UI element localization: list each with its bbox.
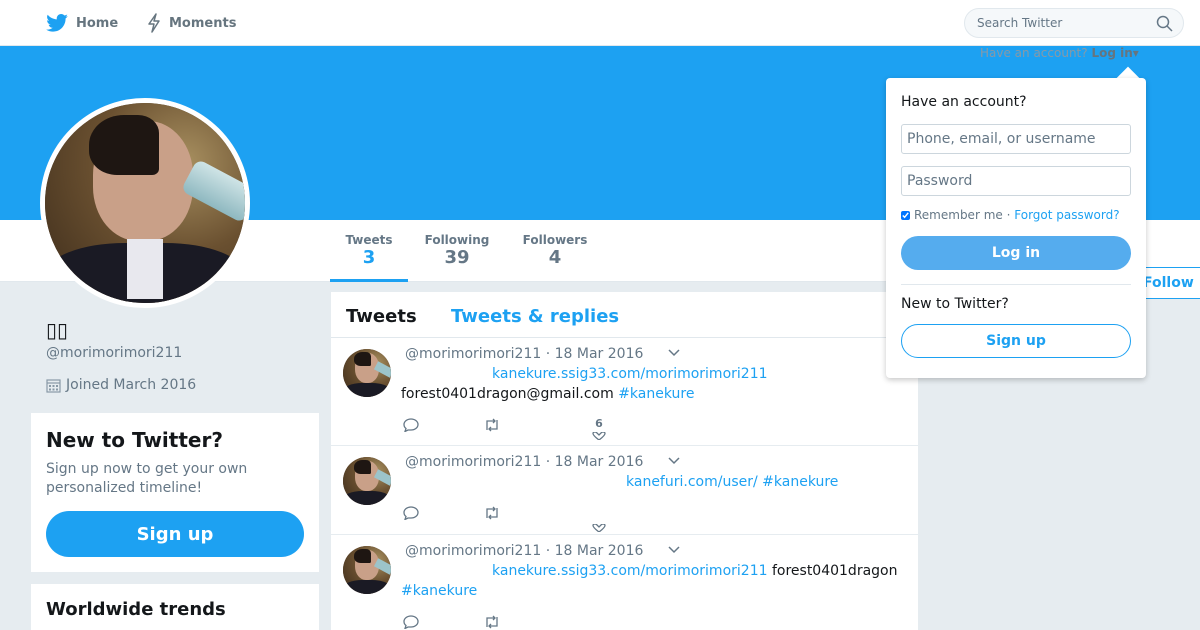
profile-joined: Joined March 2016 [46, 377, 196, 393]
tab-tweets[interactable]: Tweets [346, 306, 417, 327]
tweet-text: forest0401dragon@gmail.com #kanekure [401, 384, 694, 404]
search-icon[interactable] [1156, 15, 1173, 32]
trends-title: Worldwide trends [46, 599, 226, 620]
new-to-twitter-card: New to Twitter? Sign up now to get your … [31, 413, 319, 572]
tab-tweets-and-replies[interactable]: Tweets & replies [451, 306, 619, 327]
password-field[interactable] [901, 166, 1131, 196]
tweet-email: forest0401dragon@gmail.com [401, 386, 614, 402]
tweet-text: kanekure.ssig33.com/morimorimori211 fore… [492, 561, 897, 581]
new-to-twitter-title: New to Twitter? [46, 428, 223, 452]
tweet-handle[interactable]: @morimorimori211 [405, 346, 541, 362]
profile-avatar[interactable] [40, 98, 250, 308]
reply-icon[interactable] [403, 506, 419, 520]
username-field[interactable] [901, 124, 1131, 154]
lightning-icon [148, 13, 160, 33]
nav-moments[interactable]: Moments [147, 0, 236, 46]
stat-following[interactable]: Following 39 [420, 220, 494, 282]
stat-followers-value: 4 [548, 247, 562, 268]
tweet-hashtag[interactable]: #kanekure [401, 583, 477, 599]
tweet-item[interactable]: @morimorimori211 · 18 Mar 2016 kanekure.… [331, 535, 918, 630]
remember-me-label[interactable]: Remember me [914, 208, 1003, 222]
timeline: Tweets Tweets & replies @morimorimori211… [331, 292, 918, 630]
login-prompt-text: Have an account? [980, 46, 1088, 60]
retweet-icon[interactable] [483, 615, 501, 629]
sidebar-signup-button[interactable]: Sign up [46, 511, 304, 557]
remember-me-checkbox[interactable] [901, 210, 910, 220]
forgot-password-link[interactable]: Forgot password? [1014, 208, 1119, 222]
nav-home-label: Home [76, 15, 119, 31]
tweet-avatar[interactable] [343, 349, 391, 397]
tweet-header: @morimorimori211 · 18 Mar 2016 [405, 346, 643, 362]
nav-moments-label: Moments [169, 15, 237, 31]
search-input[interactable] [965, 9, 1145, 37]
tweet-actions [403, 506, 703, 532]
nav-home[interactable]: Home [46, 0, 118, 46]
stat-tweets[interactable]: Tweets 3 [330, 220, 408, 282]
tweet-avatar[interactable] [343, 546, 391, 594]
tweet-item[interactable]: @morimorimori211 · 18 Mar 2016 kanefuri.… [331, 446, 918, 535]
remember-row: Remember me · Forgot password? [901, 208, 1120, 222]
chevron-down-icon[interactable] [667, 348, 681, 358]
tweet-hashtag[interactable]: #kanekure [762, 474, 838, 490]
tweet-date[interactable]: · 18 Mar 2016 [546, 543, 644, 559]
tweet-handle[interactable]: @morimorimori211 [405, 543, 541, 559]
like-button[interactable]: 6 [589, 418, 609, 443]
stat-tweets-value: 3 [362, 247, 376, 268]
stat-followers[interactable]: Followers 4 [518, 220, 592, 282]
chevron-down-icon[interactable] [667, 545, 681, 555]
stat-followers-label: Followers [522, 233, 588, 247]
tweet-header: @morimorimori211 · 18 Mar 2016 [405, 454, 643, 470]
chevron-down-icon[interactable] [667, 456, 681, 466]
like-count: 6 [595, 417, 603, 430]
retweet-icon[interactable] [483, 506, 501, 520]
tweet-hashtag[interactable]: #kanekure [618, 386, 694, 402]
tweet-text: kanefuri.com/user/ #kanekure [626, 472, 838, 492]
reply-icon[interactable] [403, 615, 419, 629]
timeline-tabs: Tweets Tweets & replies [331, 292, 918, 338]
heart-icon [592, 431, 606, 441]
tweet-actions: 6 [403, 418, 703, 441]
top-navigation-bar: Home Moments [0, 0, 1200, 46]
profile-name[interactable]: ▯▯ [46, 318, 68, 342]
tweet-avatar[interactable] [343, 457, 391, 505]
worldwide-trends-card: Worldwide trends [31, 584, 319, 630]
tweet-actions [403, 615, 703, 630]
login-prompt: Have an account? Log in▾ [980, 46, 1139, 60]
tweet-item[interactable]: @morimorimori211 · 18 Mar 2016 kanekure.… [331, 338, 918, 446]
avatar-photo [45, 103, 245, 303]
new-to-twitter-text: Sign up now to get your own personalized… [46, 461, 248, 496]
heart-icon[interactable] [591, 524, 607, 532]
divider [901, 284, 1131, 285]
caret-down-icon[interactable]: ▾ [1133, 46, 1139, 60]
new-to-twitter-label: New to Twitter? [901, 296, 1009, 312]
stat-following-label: Following [424, 233, 490, 247]
tweet-link[interactable]: kanekure.ssig33.com/morimorimori211 [492, 563, 768, 579]
reply-icon[interactable] [403, 418, 419, 432]
retweet-icon[interactable] [483, 418, 501, 432]
tweet-link[interactable]: kanefuri.com/user/ [626, 474, 758, 490]
tweet-header: @morimorimori211 · 18 Mar 2016 [405, 543, 643, 559]
tweet-body: forest0401dragon [771, 563, 898, 579]
stat-following-value: 39 [444, 247, 470, 268]
tweet-date[interactable]: · 18 Mar 2016 [546, 454, 644, 470]
tweet-hashtag-line: #kanekure [401, 581, 477, 601]
login-button[interactable]: Log in [901, 236, 1131, 270]
tweet-date[interactable]: · 18 Mar 2016 [546, 346, 644, 362]
search-box [964, 8, 1184, 38]
calendar-icon [46, 378, 61, 393]
tweet-handle[interactable]: @morimorimori211 [405, 454, 541, 470]
login-title: Have an account? [901, 94, 1027, 110]
profile-handle[interactable]: @morimorimori211 [46, 345, 182, 361]
tweet-link[interactable]: kanekure.ssig33.com/morimorimori211 [492, 364, 768, 384]
separator-dot: · [1006, 208, 1011, 222]
dropdown-signup-button[interactable]: Sign up [901, 324, 1131, 358]
profile-joined-text: Joined March 2016 [66, 377, 197, 393]
login-dropdown: Have an account? Remember me · Forgot pa… [886, 78, 1146, 378]
stat-tweets-label: Tweets [345, 233, 393, 247]
twitter-bird-icon [46, 14, 68, 32]
login-prompt-link[interactable]: Log in [1091, 46, 1132, 60]
